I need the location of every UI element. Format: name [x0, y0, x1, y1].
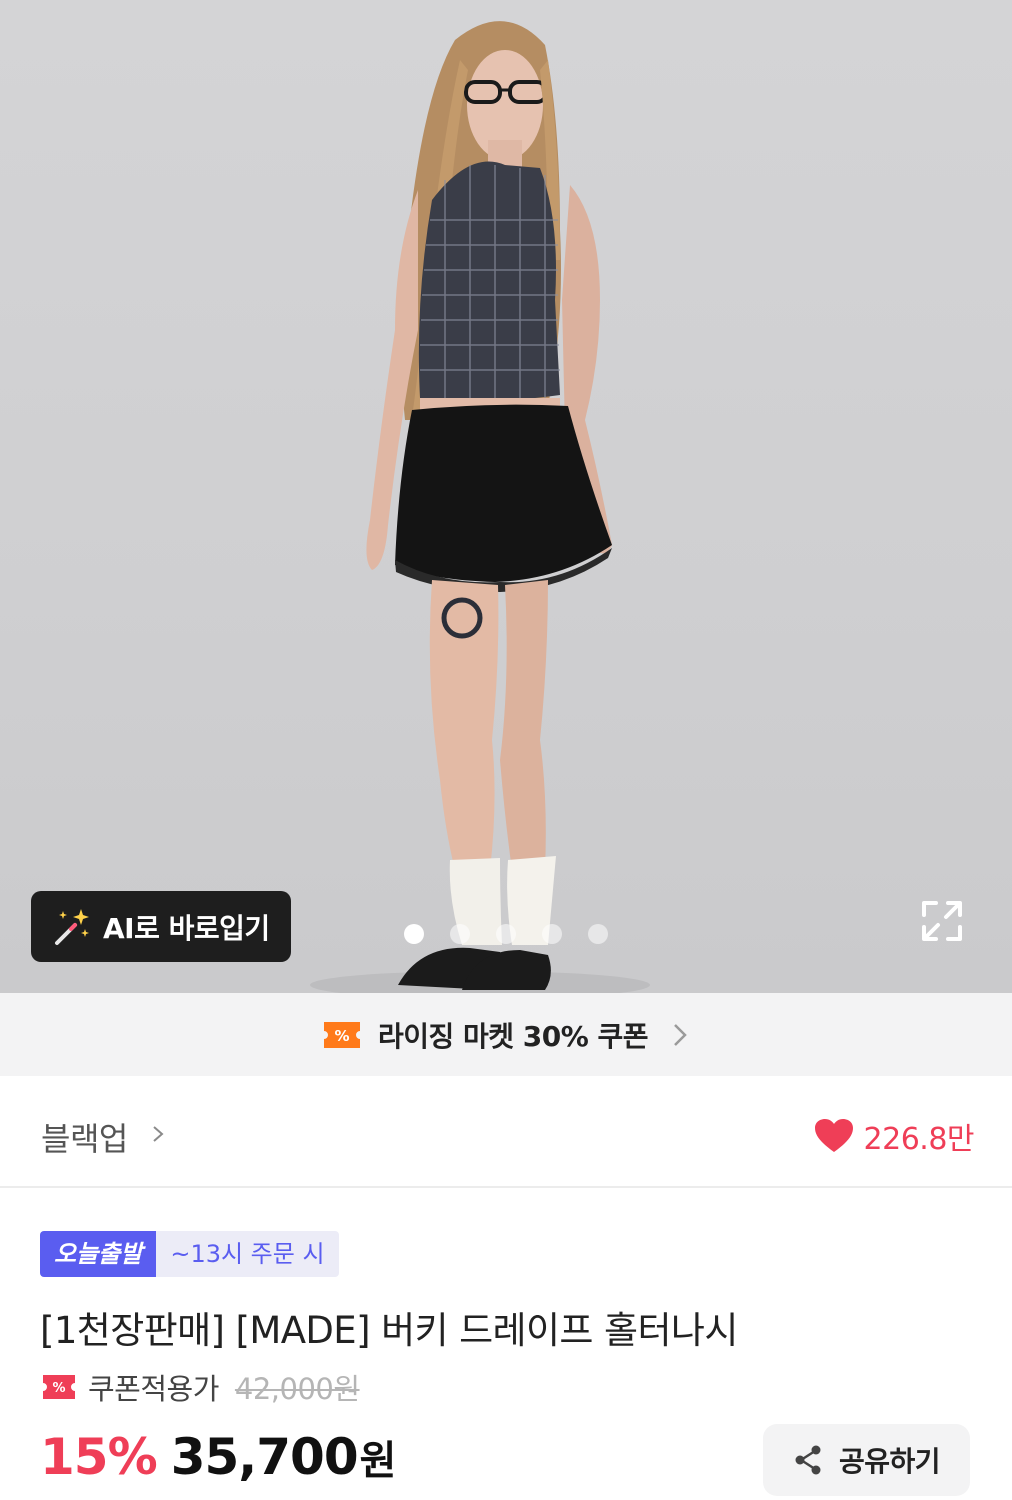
- ai-try-on-label: AI로 바로입기: [103, 911, 270, 945]
- model-photo: [310, 21, 650, 993]
- currency-unit: 원: [359, 1438, 397, 1484]
- svg-text:%: %: [52, 1381, 65, 1396]
- discount-rate: 15%: [40, 1428, 158, 1486]
- coupon-price-label: 쿠폰적용가: [88, 1372, 219, 1406]
- brand-link[interactable]: 블랙업: [41, 1114, 128, 1160]
- product-title: [1천장판매] [MADE] 버키 드레이프 홀터나시: [40, 1309, 738, 1352]
- product-image[interactable]: AI로 바로입기: [0, 0, 1012, 993]
- order-cutoff-badge: ~13시 주문 시: [156, 1231, 339, 1277]
- share-label: 공유하기: [838, 1445, 941, 1478]
- like-count: 226.8만: [863, 1122, 975, 1157]
- magic-wand-icon: [55, 908, 89, 945]
- carousel-dot[interactable]: [404, 924, 424, 944]
- price-row: 15% 35,700 원: [40, 1428, 396, 1486]
- original-price: 42,000원: [234, 1372, 360, 1406]
- coupon-banner[interactable]: % 라이징 마켓 30% 쿠폰: [0, 993, 1012, 1076]
- fullscreen-icon[interactable]: [918, 897, 966, 945]
- coupon-icon: %: [43, 1375, 75, 1399]
- brand-row: 블랙업 226.8만: [0, 1076, 1012, 1188]
- delivery-badge: 오늘출발 ~13시 주문 시: [40, 1231, 339, 1277]
- coupon-price-row: % 쿠폰적용가 42,000원: [42, 1366, 360, 1408]
- like-button[interactable]: 226.8만: [814, 1114, 975, 1158]
- today-shipping-badge: 오늘출발: [40, 1231, 157, 1277]
- coupon-banner-text: 라이징 마켓 30% 쿠폰: [377, 1019, 649, 1053]
- carousel-dot[interactable]: [450, 924, 470, 944]
- chevron-right-icon: [153, 1126, 164, 1142]
- ai-try-on-button[interactable]: AI로 바로입기: [31, 891, 291, 962]
- carousel-dot[interactable]: [588, 924, 608, 944]
- carousel-dot[interactable]: [496, 924, 516, 944]
- share-button[interactable]: 공유하기: [763, 1424, 970, 1496]
- svg-text:%: %: [334, 1027, 349, 1045]
- carousel-dot[interactable]: [542, 924, 562, 944]
- heart-icon: [814, 1119, 853, 1152]
- share-icon: [795, 1445, 821, 1475]
- coupon-icon: %: [323, 1021, 360, 1048]
- sale-price: 35,700: [170, 1428, 359, 1486]
- chevron-right-icon: [674, 1023, 687, 1046]
- carousel-indicator: [404, 924, 608, 944]
